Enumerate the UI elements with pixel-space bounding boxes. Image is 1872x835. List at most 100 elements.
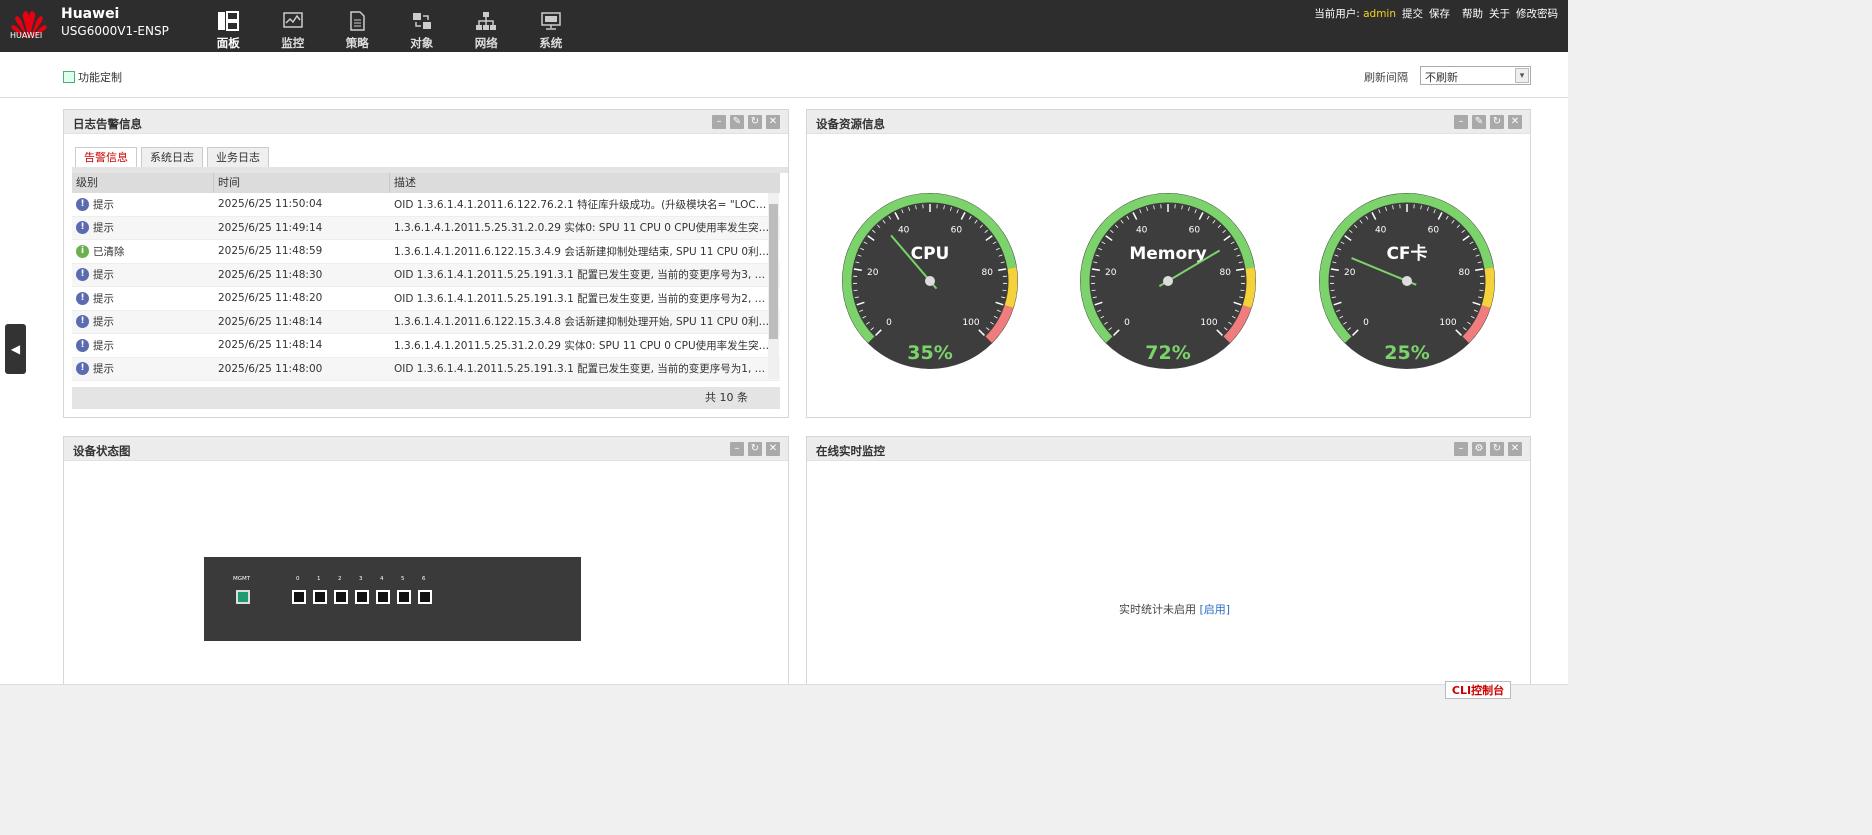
mgmt-port[interactable]: [236, 590, 250, 604]
current-user-label: 当前用户: admin: [1314, 6, 1396, 21]
tab-system-log[interactable]: 系统日志: [141, 147, 203, 167]
gauge-value: 35%: [907, 342, 952, 364]
close-icon[interactable]: ✕: [1508, 115, 1522, 129]
bottom-bar: [0, 684, 1568, 699]
nav-object[interactable]: 对象: [390, 0, 455, 52]
column-desc[interactable]: 描述: [390, 173, 780, 193]
cleared-icon: i: [76, 244, 89, 258]
ethernet-port[interactable]: [292, 590, 306, 604]
ethernet-port[interactable]: [418, 590, 432, 604]
close-icon[interactable]: ✕: [766, 115, 780, 129]
table-row[interactable]: ! 提示 2025/6/25 11:48:14 1.3.6.1.4.1.2011.5.…: [72, 334, 780, 358]
panel-title: 设备资源信息: [816, 117, 885, 131]
ethernet-port[interactable]: [334, 590, 348, 604]
help-link[interactable]: 帮助: [1462, 6, 1483, 21]
logo-text: HUAWEI: [10, 31, 43, 40]
change-password-link[interactable]: 修改密码: [1516, 6, 1558, 21]
nav-label: 对象: [410, 36, 434, 50]
refresh-icon[interactable]: ↻: [748, 115, 762, 129]
collapse-sidebar-button[interactable]: ◀: [5, 324, 26, 374]
ethernet-port[interactable]: [355, 590, 369, 604]
gauge-hub: [925, 276, 935, 286]
gauge-tick: [1091, 289, 1096, 292]
close-icon[interactable]: ✕: [766, 442, 780, 456]
tab-alarm[interactable]: 告警信息: [75, 147, 137, 167]
cell-level: i 已清除: [72, 244, 214, 259]
panel-tools: – ✎ ↻ ✕: [1454, 115, 1522, 129]
table-scrollbar[interactable]: [768, 193, 779, 379]
save-link[interactable]: 保存: [1429, 6, 1450, 21]
nav-dashboard[interactable]: 面板: [196, 0, 261, 52]
table-row[interactable]: ! 提示 2025/6/25 11:48:30 OID 1.3.6.1.4.1.201…: [72, 263, 780, 287]
gear-icon[interactable]: ⚙: [1472, 442, 1486, 456]
nav-system[interactable]: 系统: [519, 0, 584, 52]
panel-header: 设备资源信息 – ✎ ↻ ✕: [807, 110, 1530, 134]
minimize-icon[interactable]: –: [712, 115, 726, 129]
nav-policy[interactable]: 策略: [325, 0, 390, 52]
table-row[interactable]: ! 提示 2025/6/25 11:50:04 OID 1.3.6.1.4.1.201…: [72, 193, 780, 217]
ethernet-port[interactable]: [376, 590, 390, 604]
ethernet-port[interactable]: [313, 590, 327, 604]
table-body: ! 提示 2025/6/25 11:50:04 OID 1.3.6.1.4.1.201…: [72, 193, 780, 381]
table-row[interactable]: ! 提示 2025/6/25 11:49:14 1.3.6.1.4.1.2011.5.…: [72, 216, 780, 240]
minimize-icon[interactable]: –: [1454, 442, 1468, 456]
nav-network[interactable]: 网络: [454, 0, 519, 52]
cell-level: ! 提示: [72, 267, 214, 282]
minimize-icon[interactable]: –: [730, 442, 744, 456]
panel-tools: – ↻ ✕: [730, 442, 780, 456]
port-label: 3: [359, 576, 363, 582]
cell-time: 2025/6/25 11:48:30: [218, 268, 323, 281]
edit-icon[interactable]: ✎: [730, 115, 744, 129]
refresh-interval-select[interactable]: 不刷新 ▾: [1420, 66, 1531, 85]
table-row[interactable]: ! 提示 2025/6/25 11:48:00 OID 1.3.6.1.4.1.201…: [72, 357, 780, 381]
cell-level: ! 提示: [72, 314, 214, 329]
table-row[interactable]: i 已清除 2025/6/25 11:48:59 1.3.6.1.4.1.2011.6…: [72, 240, 780, 264]
level-text: 提示: [93, 292, 114, 305]
gauge-2: 0 20 40 60 80 100 CF卡 25%: [1319, 193, 1495, 369]
gauge-value: 72%: [1145, 342, 1190, 364]
gauge-band-yellow: [1242, 267, 1256, 309]
cell-desc: OID 1.3.6.1.4.1.2011.5.25.191.3.1 配置已发生变…: [394, 269, 770, 282]
gauge-tick-label: 80: [982, 268, 994, 278]
customize-icon: [63, 71, 75, 83]
gauge-tick-label: 80: [1459, 268, 1471, 278]
table-row[interactable]: ! 提示 2025/6/25 11:48:20 OID 1.3.6.1.4.1.201…: [72, 287, 780, 311]
scrollbar-thumb[interactable]: [769, 204, 778, 339]
device-front-panel: MGMT 0 1 2 3 4 5 6: [204, 557, 581, 641]
info-icon: !: [76, 291, 89, 305]
refresh-icon[interactable]: ↻: [748, 442, 762, 456]
minimize-icon[interactable]: –: [1454, 115, 1468, 129]
level-text: 提示: [93, 269, 114, 282]
cell-level: ! 提示: [72, 338, 214, 353]
info-icon: !: [76, 338, 89, 352]
nav-monitor[interactable]: 监控: [261, 0, 326, 52]
gauge-0: 0 20 40 60 80 100 CPU 35%: [842, 193, 1018, 369]
log-alarm-panel: 日志告警信息 – ✎ ↻ ✕ 告警信息 系统日志 业务日志 级别 时间 描述 !…: [63, 109, 789, 418]
port-label: 0: [296, 576, 300, 582]
column-level[interactable]: 级别: [72, 173, 214, 193]
dashboard-icon: [218, 11, 240, 31]
gauge-tick: [1240, 289, 1245, 292]
column-time[interactable]: 时间: [214, 173, 390, 193]
nav-label: 面板: [216, 36, 240, 50]
monitor-icon: [283, 12, 303, 28]
gauge-tick-label: 40: [898, 225, 910, 235]
refresh-interval-label: 刷新间隔: [1364, 71, 1408, 84]
table-row[interactable]: ! 提示 2025/6/25 11:48:14 1.3.6.1.4.1.2011.6.…: [72, 310, 780, 334]
mgmt-port-label: MGMT: [233, 576, 251, 582]
panel-tools: – ✎ ↻ ✕: [712, 115, 780, 129]
enable-link[interactable]: [启用]: [1200, 603, 1231, 616]
tab-business-log[interactable]: 业务日志: [207, 147, 269, 167]
ethernet-port[interactable]: [397, 590, 411, 604]
refresh-icon[interactable]: ↻: [1490, 442, 1504, 456]
close-icon[interactable]: ✕: [1508, 442, 1522, 456]
refresh-icon[interactable]: ↻: [1490, 115, 1504, 129]
edit-icon[interactable]: ✎: [1472, 115, 1486, 129]
customize-button[interactable]: 功能定制: [63, 69, 122, 85]
panel-title: 在线实时监控: [816, 444, 885, 458]
cli-console-button[interactable]: CLI控制台: [1445, 681, 1511, 699]
submit-link[interactable]: 提交: [1402, 6, 1423, 21]
gauge-1: 0 20 40 60 80 100 Memory 72%: [1080, 193, 1256, 369]
info-icon: !: [76, 315, 89, 329]
about-link[interactable]: 关于: [1489, 6, 1510, 21]
